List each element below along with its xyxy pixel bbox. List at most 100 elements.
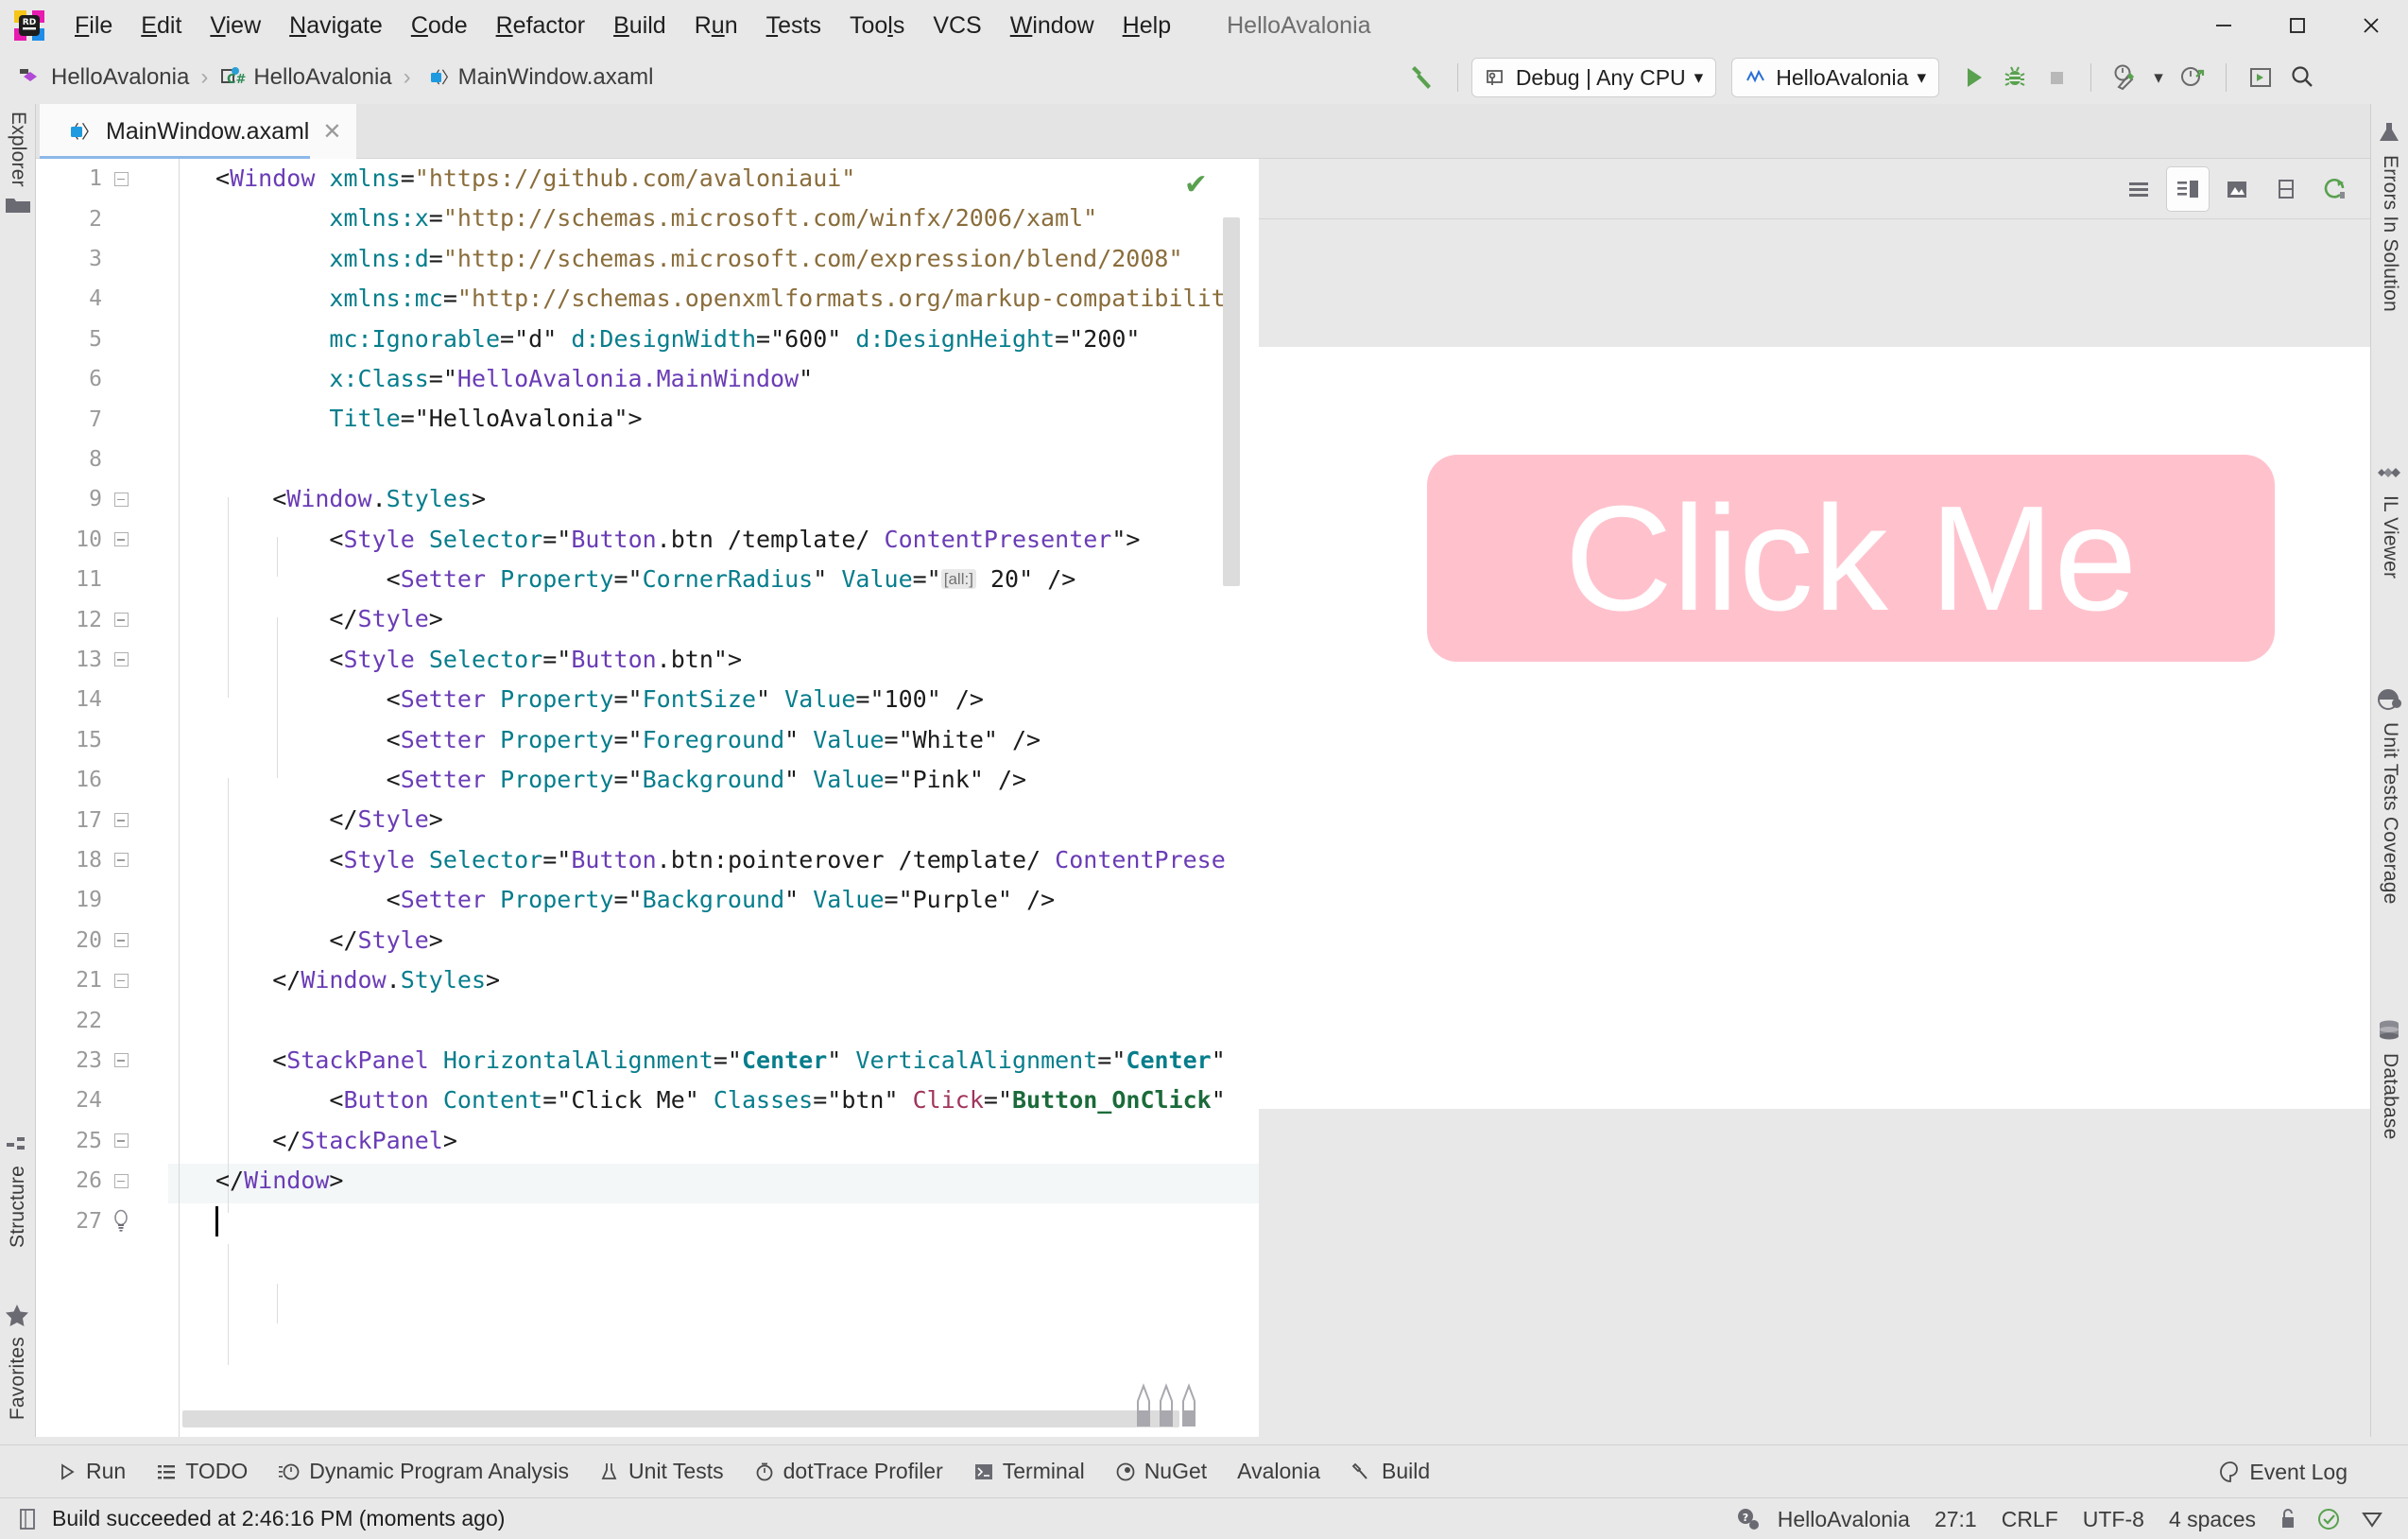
status-solution[interactable]: HelloAvalonia <box>1765 1507 1922 1532</box>
sidebar-item-unit-tests-coverage[interactable]: Unit Tests Coverage <box>2371 681 2408 905</box>
menu-item-help[interactable]: Help <box>1109 9 1185 43</box>
gutter-line[interactable]: 23 <box>36 1041 168 1081</box>
preview-orientation-button[interactable] <box>2264 166 2308 212</box>
gutter-line[interactable]: 16 <box>36 760 168 800</box>
fold-toggle-icon[interactable] <box>110 171 132 186</box>
status-indent[interactable]: 4 spaces <box>2157 1507 2268 1532</box>
fold-toggle-icon[interactable] <box>110 1133 132 1149</box>
sidebar-item-il-viewer[interactable]: IL Viewer <box>2371 454 2408 579</box>
gutter-line[interactable]: 17 <box>36 800 168 839</box>
menu-item-edit[interactable]: Edit <box>127 9 196 43</box>
tool-window-dynamic-program-analysis[interactable]: Dynamic Program Analysis <box>263 1459 584 1484</box>
gutter-line[interactable]: 10 <box>36 520 168 560</box>
build-button[interactable] <box>1402 57 1444 98</box>
tool-window-dottrace-profiler[interactable]: dotTrace Profiler <box>739 1459 958 1484</box>
gutter-line[interactable]: 1 <box>36 159 168 199</box>
gutter-line[interactable]: 22 <box>36 1000 168 1040</box>
gutter-line[interactable]: 20 <box>36 921 168 960</box>
status-message[interactable]: Build succeeded at 2:46:16 PM (moments a… <box>17 1506 505 1531</box>
fold-toggle-icon[interactable] <box>110 652 132 667</box>
gutter-line[interactable]: 25 <box>36 1121 168 1161</box>
breadcrumb-item-file[interactable]: 〈 〉 MainWindow.axaml <box>419 62 658 93</box>
preview-design-view-button[interactable] <box>2215 166 2259 212</box>
lightbulb-icon[interactable] <box>110 1209 132 1234</box>
preview-refresh-button[interactable] <box>2313 166 2357 212</box>
gutter-line[interactable]: 19 <box>36 880 168 920</box>
gutter-line[interactable]: 8 <box>36 440 168 479</box>
menu-item-tools[interactable]: Tools <box>835 9 919 43</box>
lock-icon[interactable] <box>2268 1507 2308 1531</box>
tool-window-terminal[interactable]: Terminal <box>958 1459 1100 1484</box>
fold-toggle-icon[interactable] <box>110 973 132 988</box>
gutter-line[interactable]: 26 <box>36 1161 168 1201</box>
settings-sync-icon[interactable]: ? <box>1721 1505 1765 1533</box>
gutter-line[interactable]: 11 <box>36 560 168 599</box>
preview-canvas[interactable]: Click Me <box>1259 347 2370 1109</box>
menu-item-vcs[interactable]: VCS <box>919 9 995 43</box>
sidebar-item-database[interactable]: Database <box>2371 1012 2408 1140</box>
menu-item-view[interactable]: View <box>196 9 275 43</box>
editor-horizontal-scrollbar[interactable] <box>182 1410 1179 1427</box>
search-icon[interactable] <box>2281 57 2323 98</box>
gutter-line[interactable]: 2 <box>36 199 168 238</box>
status-caret-position[interactable]: 27:1 <box>1922 1507 1989 1532</box>
sidebar-item-explorer[interactable]: Explorer <box>0 112 36 229</box>
tool-window-nuget[interactable]: NuGet <box>1100 1459 1222 1484</box>
breadcrumb-item-project[interactable]: C# HelloAvalonia <box>215 62 395 93</box>
fold-toggle-icon[interactable] <box>110 1053 132 1068</box>
run-button[interactable] <box>1952 57 1994 98</box>
gutter-line[interactable]: 12 <box>36 599 168 639</box>
status-line-separator[interactable]: CRLF <box>1989 1507 2071 1532</box>
gutter-line[interactable]: 4 <box>36 279 168 319</box>
menu-bar[interactable]: FFileile Edit View Navigate Code Refacto… <box>60 9 1185 43</box>
editor-gutter[interactable]: 1 2 3 4 5 6 7 8 9 10 11 12 13 14 15 16 17 18 19 20 21 22 23 24 2… <box>36 159 168 1437</box>
gutter-line[interactable]: 27 <box>36 1201 168 1240</box>
code-text[interactable]: <Window xmlns="https://github.com/avalon… <box>168 159 1259 1437</box>
menu-item-refactor[interactable]: Refactor <box>482 9 600 43</box>
preview-list-view-button[interactable] <box>2117 166 2160 212</box>
menu-item-window[interactable]: Window <box>996 9 1109 43</box>
coverage-button[interactable] <box>2105 57 2146 98</box>
maximize-button[interactable] <box>2261 0 2334 51</box>
inspection-status-icon[interactable]: ✔ <box>1184 168 1208 201</box>
inspection-ok-icon[interactable] <box>2308 1506 2349 1532</box>
gutter-line[interactable]: 14 <box>36 680 168 719</box>
code-editor[interactable]: 1 2 3 4 5 6 7 8 9 10 11 12 13 14 15 16 17 18 19 20 21 22 23 24 2… <box>36 159 1259 1437</box>
menu-item-navigate[interactable]: Navigate <box>275 9 397 43</box>
gutter-line[interactable]: 6 <box>36 359 168 399</box>
close-icon[interactable]: ✕ <box>322 118 341 146</box>
configuration-selector[interactable]: Debug | Any CPU ▾ <box>1471 58 1717 97</box>
run-configuration-selector[interactable]: HelloAvalonia ▾ <box>1731 58 1939 97</box>
editor-vertical-scrollbar[interactable] <box>1223 217 1240 586</box>
close-button[interactable] <box>2334 0 2408 51</box>
fold-toggle-icon[interactable] <box>110 1173 132 1188</box>
fold-toggle-icon[interactable] <box>110 933 132 948</box>
gutter-line[interactable]: 18 <box>36 840 168 880</box>
status-encoding[interactable]: UTF-8 <box>2071 1507 2157 1532</box>
fold-toggle-icon[interactable] <box>110 532 132 547</box>
menu-item-file[interactable]: FFileile <box>60 9 127 43</box>
fold-toggle-icon[interactable] <box>110 613 132 628</box>
menu-item-code[interactable]: Code <box>397 9 482 43</box>
gutter-line[interactable]: 9 <box>36 479 168 519</box>
sidebar-item-structure[interactable]: Structure <box>0 1124 36 1248</box>
sidebar-item-errors-in-solution[interactable]: Errors In Solution <box>2371 113 2408 312</box>
gutter-line[interactable]: 21 <box>36 960 168 1000</box>
minimize-button[interactable] <box>2187 0 2261 51</box>
tool-window-build[interactable]: Build <box>1335 1459 1445 1484</box>
run-anything-button[interactable] <box>2240 57 2281 98</box>
breadcrumb-item-solution[interactable]: HelloAvalonia <box>13 62 193 93</box>
fold-toggle-icon[interactable] <box>110 853 132 868</box>
stop-button[interactable] <box>2036 57 2077 98</box>
tab-mainwindow-axaml[interactable]: 〈 〉 MainWindow.axaml ✕ <box>40 104 357 159</box>
tool-window-unit-tests[interactable]: Unit Tests <box>584 1459 739 1484</box>
preview-click-me-button[interactable]: Click Me <box>1427 455 2275 662</box>
tool-window-run[interactable]: Run <box>42 1459 141 1484</box>
preview-split-view-button[interactable] <box>2166 165 2210 212</box>
fold-toggle-icon[interactable] <box>110 492 132 507</box>
menu-item-build[interactable]: Build <box>599 9 680 43</box>
xaml-preview-panel[interactable]: Click Me <box>1259 159 2370 1437</box>
tool-window-avalonia[interactable]: Avalonia <box>1222 1459 1335 1484</box>
gutter-line[interactable]: 5 <box>36 320 168 359</box>
menu-item-run[interactable]: Run <box>680 9 752 43</box>
